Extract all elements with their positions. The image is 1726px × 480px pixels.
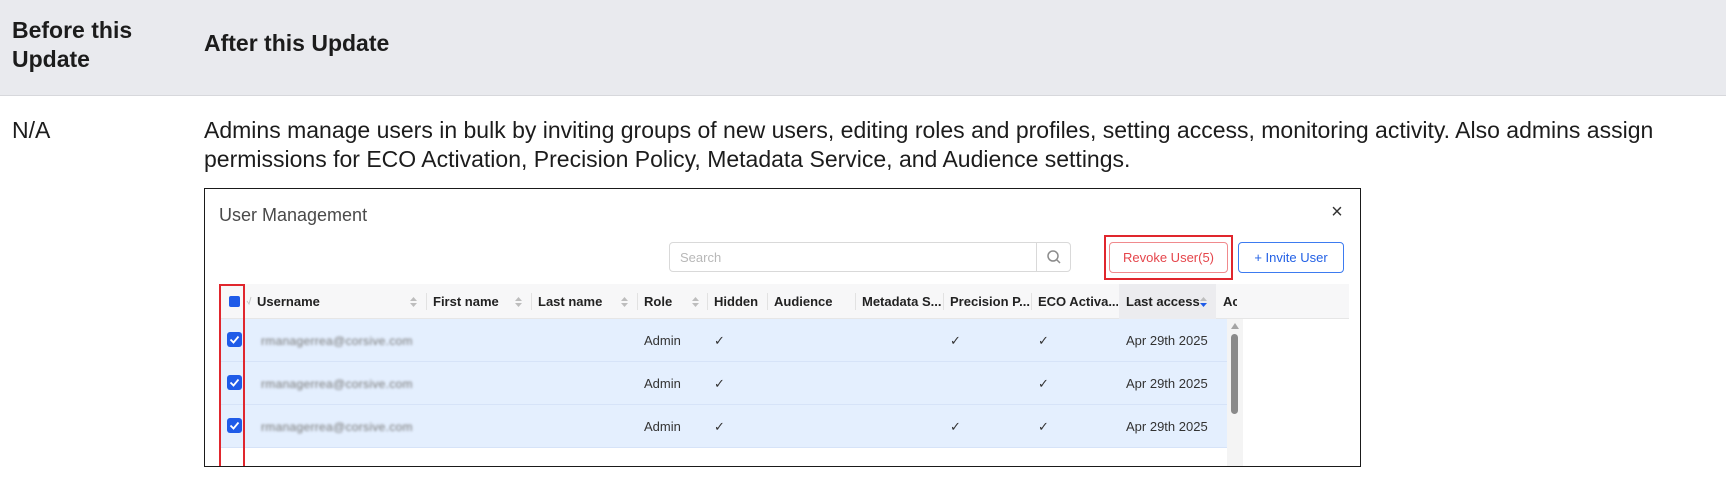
search-field[interactable] <box>669 242 1071 272</box>
column-divider <box>767 293 768 310</box>
col-role[interactable]: Role <box>644 284 684 319</box>
col-audience[interactable]: Audience <box>774 284 854 319</box>
eco-cell: ✓ <box>1038 376 1049 391</box>
before-update-heading: Before this Update <box>12 17 133 72</box>
before-update-value: N/A <box>12 117 51 143</box>
search-button[interactable] <box>1036 243 1070 271</box>
search-input[interactable] <box>670 243 1030 271</box>
col-actions[interactable]: Act <box>1223 284 1237 319</box>
users-table-header: Username First name Last name Role Hidde… <box>219 284 1349 319</box>
search-icon <box>1047 250 1061 264</box>
hidden-cell: ✓ <box>714 333 725 348</box>
description-line-2: permissions for ECO Activation, Precisio… <box>204 146 1131 172</box>
sort-active-icon[interactable] <box>1199 295 1208 309</box>
after-update-heading: After this Update <box>204 30 390 56</box>
role-cell: Admin <box>644 419 681 434</box>
username-cell: rmanagerrea@corsive.com <box>261 420 413 434</box>
last-access-cell: Apr 29th 2025 <box>1126 419 1208 434</box>
users-table: Username First name Last name Role Hidde… <box>219 284 1349 466</box>
username-cell: rmanagerrea@corsive.com <box>261 377 413 391</box>
role-cell: Admin <box>644 333 681 348</box>
hidden-cell: ✓ <box>714 419 725 434</box>
sort-icon[interactable] <box>514 295 523 309</box>
after-update-description: Admins manage users in bulk by inviting … <box>204 116 1724 174</box>
column-divider <box>707 293 708 310</box>
eco-cell: ✓ <box>1038 333 1049 348</box>
column-divider <box>426 293 427 310</box>
sort-icon[interactable] <box>691 295 700 309</box>
sort-icon[interactable] <box>620 295 629 309</box>
role-cell: Admin <box>644 376 681 391</box>
hidden-cell: ✓ <box>714 376 725 391</box>
table-row[interactable]: rmanagerrea@corsive.com Admin ✓ ✓ ✓ Apr … <box>219 405 1229 448</box>
description-line-1: Admins manage users in bulk by inviting … <box>204 117 1654 143</box>
eco-cell: ✓ <box>1038 419 1049 434</box>
col-username[interactable]: Username <box>257 284 407 319</box>
username-cell: rmanagerrea@corsive.com <box>261 334 413 348</box>
table-row[interactable]: rmanagerrea@corsive.com Admin ✓ ✓ ✓ Apr … <box>219 319 1229 362</box>
table-header-row: Before this Update After this Update <box>0 0 1726 96</box>
column-divider <box>1031 293 1032 310</box>
col-metadata-service[interactable]: Metadata S... <box>862 284 942 319</box>
col-precision-policy[interactable]: Precision P... <box>950 284 1030 319</box>
column-divider <box>855 293 856 310</box>
sort-icon[interactable] <box>409 295 418 309</box>
revoke-user-button[interactable]: Revoke User(5) <box>1109 242 1228 273</box>
precision-cell: ✓ <box>950 333 961 348</box>
column-divider <box>943 293 944 310</box>
col-eco-activation[interactable]: ECO Activa... <box>1038 284 1118 319</box>
col-last-name[interactable]: Last name <box>538 284 618 319</box>
vertical-scrollbar[interactable] <box>1227 319 1243 466</box>
table-row[interactable]: rmanagerrea@corsive.com Admin ✓ ✓ Apr 29… <box>219 362 1229 405</box>
close-icon[interactable]: × <box>1326 201 1348 223</box>
user-management-screenshot: User Management × Revoke User(5) + Invit… <box>204 188 1361 467</box>
chevron-icon <box>246 296 252 306</box>
checkbox-column-highlight-box <box>219 284 245 466</box>
dialog-title: User Management <box>219 205 368 225</box>
last-access-cell: Apr 29th 2025 <box>1126 333 1208 348</box>
col-first-name[interactable]: First name <box>433 284 513 319</box>
column-divider <box>531 293 532 310</box>
col-hidden[interactable]: Hidden <box>714 284 764 319</box>
last-access-cell: Apr 29th 2025 <box>1126 376 1208 391</box>
precision-cell: ✓ <box>950 419 961 434</box>
scroll-up-arrow-icon[interactable] <box>1231 323 1239 329</box>
invite-user-button[interactable]: + Invite User <box>1238 242 1344 273</box>
scrollbar-thumb[interactable] <box>1231 334 1238 414</box>
column-divider <box>637 293 638 310</box>
